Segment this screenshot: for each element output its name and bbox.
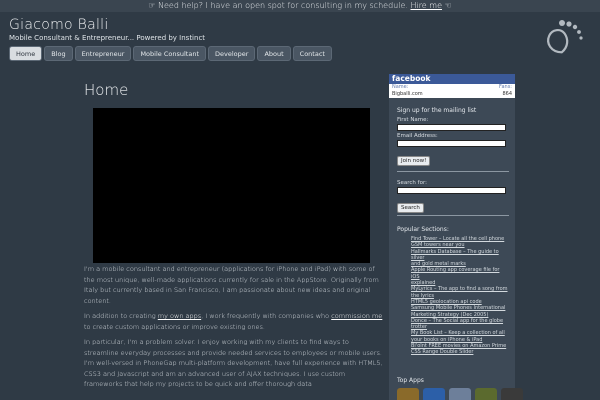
facebook-name-label: Name: xyxy=(392,84,409,90)
services-text-start: In addition to creating xyxy=(84,312,158,320)
nav-about[interactable]: About xyxy=(257,46,291,61)
app-icon[interactable] xyxy=(423,388,445,400)
popular-link[interactable]: MyLyrics – The app to find a song from xyxy=(411,286,509,292)
join-now-button[interactable]: Join now! xyxy=(397,156,431,166)
announcement-suffix: ☜ xyxy=(444,1,452,10)
nav-developer[interactable]: Developer xyxy=(208,46,256,61)
sidebar-divider xyxy=(397,171,509,172)
first-name-label: First Name: xyxy=(397,117,429,123)
search-button[interactable]: Search xyxy=(397,203,424,213)
mailing-list-form: Sign up for the mailing list First Name:… xyxy=(397,107,509,166)
first-name-input[interactable] xyxy=(397,124,506,131)
services-text-mid: , I work frequently with companies who xyxy=(201,312,332,320)
commission-me-link[interactable]: commission me xyxy=(331,312,382,320)
site-tagline: Mobile Consultant & Entrepreneur... Powe… xyxy=(9,34,206,42)
nav-home[interactable]: Home xyxy=(9,46,43,61)
search-input[interactable] xyxy=(397,187,506,194)
app-icon[interactable] xyxy=(397,388,419,400)
skills-paragraph: In particular, I'm a problem solver. I e… xyxy=(84,338,383,388)
search-label: Search for: xyxy=(397,180,427,186)
top-apps-row xyxy=(397,388,523,400)
facebook-fans-label: Fans: xyxy=(499,84,512,90)
popular-link[interactable]: Samsung Mobile Phones International xyxy=(411,305,509,311)
popular-sections-title: Popular Sections: xyxy=(397,226,449,233)
email-input[interactable] xyxy=(397,140,506,147)
facebook-logo[interactable]: facebook xyxy=(389,74,515,84)
site-title[interactable]: Giacomo Balli xyxy=(9,17,109,33)
nav-mobile-consultant[interactable]: Mobile Consultant xyxy=(133,46,206,61)
sidebar: facebook Name: Fans: Bigballi.com 864 Si… xyxy=(389,74,523,400)
app-icon[interactable] xyxy=(475,388,497,400)
facebook-like-box[interactable]: facebook Name: Fans: Bigballi.com 864 xyxy=(389,74,515,98)
popular-link[interactable]: Apple Routing app coverage file for iOS xyxy=(411,267,509,280)
popular-link[interactable]: Hallmarks Database – The guide to silver xyxy=(411,249,509,262)
popular-link[interactable]: My Book List – Keep a collection of all xyxy=(411,330,509,336)
main-content: I'm a mobile consultant and entrepreneur… xyxy=(84,264,384,395)
video-embed[interactable] xyxy=(93,108,370,263)
intro-paragraph: I'm a mobile consultant and entrepreneur… xyxy=(84,265,379,305)
search-form: Search for: Search xyxy=(397,178,509,213)
nav-blog[interactable]: Blog xyxy=(44,46,73,61)
footprint-logo-icon[interactable] xyxy=(538,17,592,57)
facebook-name-value[interactable]: Bigballi.com xyxy=(392,91,423,98)
services-paragraph: In addition to creating my own apps, I w… xyxy=(84,311,384,332)
nav-contact[interactable]: Contact xyxy=(292,46,332,61)
mailing-list-title: Sign up for the mailing list xyxy=(397,107,477,114)
email-label: Email Address: xyxy=(397,133,438,139)
popular-link[interactable]: CSS Range Double Slider xyxy=(411,349,509,355)
top-announcement-bar: ☞ Need help? I have an open spot for con… xyxy=(0,0,600,12)
services-text-end: to create custom applications or improve… xyxy=(84,322,265,331)
sidebar-divider xyxy=(397,215,509,216)
facebook-values-row: Bigballi.com 864 xyxy=(389,91,515,98)
nav-entrepreneur[interactable]: Entrepreneur xyxy=(74,46,132,61)
app-icon[interactable] xyxy=(501,388,523,400)
main-navigation: Home Blog Entrepreneur Mobile Consultant… xyxy=(9,46,332,61)
hire-me-link[interactable]: Hire me xyxy=(410,1,442,10)
popular-sections: Popular Sections: Find Tower – Locate al… xyxy=(397,226,509,356)
facebook-fans-value: 864 xyxy=(502,90,512,97)
top-apps-title: Top Apps xyxy=(397,377,424,384)
app-icon[interactable] xyxy=(449,388,471,400)
popular-sections-list: Find Tower – Locate all the cell phone G… xyxy=(397,236,509,356)
announcement-text: ☞ Need help? I have an open spot for con… xyxy=(148,1,408,10)
my-own-apps-link[interactable]: my own apps xyxy=(158,312,201,320)
page-title: Home xyxy=(84,81,129,99)
